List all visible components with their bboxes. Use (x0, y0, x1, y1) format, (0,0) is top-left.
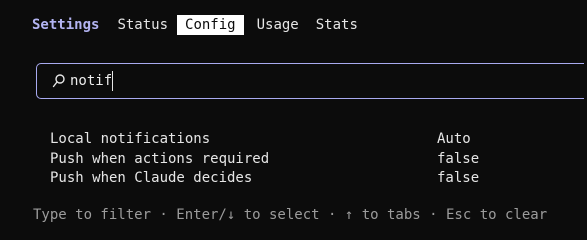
setting-label: Push when actions required (50, 150, 270, 167)
settings-title: Settings (32, 17, 100, 33)
tab-bar: Settings Status Config Usage Stats (32, 15, 373, 35)
setting-row-push-actions-required[interactable]: Push when actions required false (50, 150, 550, 170)
tab-status[interactable]: Status (115, 15, 170, 35)
settings-list: Local notifications Auto Push when actio… (50, 130, 550, 189)
search-icon (51, 72, 67, 90)
setting-label: Push when Claude decides (50, 170, 253, 186)
setting-row-local-notifications[interactable]: Local notifications Auto (50, 130, 550, 150)
keyboard-hints: Type to filter · Enter/↓ to select · ↑ t… (33, 207, 548, 223)
search-input[interactable]: notif (70, 73, 112, 89)
text-cursor (112, 71, 114, 91)
tab-usage[interactable]: Usage (255, 15, 301, 35)
setting-value: Auto (437, 131, 471, 147)
search-field[interactable]: notif (36, 63, 584, 99)
setting-row-push-claude-decides[interactable]: Push when Claude decides false (50, 169, 550, 189)
tab-stats[interactable]: Stats (314, 15, 360, 35)
setting-value: false (437, 150, 480, 167)
setting-value: false (437, 170, 480, 186)
setting-label: Local notifications (50, 131, 211, 147)
tab-config[interactable]: Config (177, 15, 244, 35)
